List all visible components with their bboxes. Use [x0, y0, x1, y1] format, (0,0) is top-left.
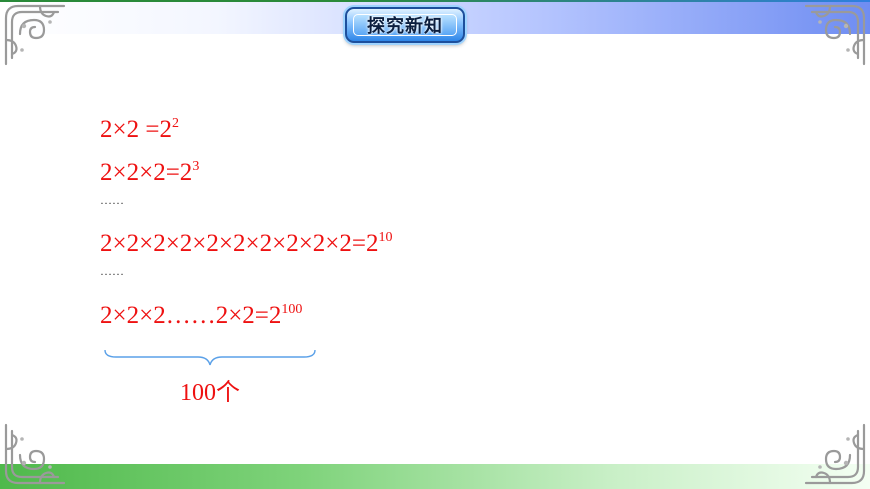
- ornament-corner-icon: [800, 0, 870, 70]
- underbrace-icon: [104, 349, 316, 367]
- equation-exponent: 3: [192, 159, 200, 174]
- equation-line: 2×2 =22: [100, 116, 179, 143]
- equation-exponent: 10: [378, 230, 393, 245]
- slide: 探究新知 2×2 =22 2×2×2=23 …… 2×2×2×2×2×2×2×2…: [0, 0, 870, 489]
- ornament-corner-icon: [0, 0, 70, 70]
- section-title: 探究新知: [367, 16, 443, 37]
- ellipsis-row: ……: [100, 264, 124, 278]
- equation-exponent: 2: [171, 116, 179, 131]
- equation-exponent: 100: [281, 302, 303, 317]
- bottom-gradient-band: [0, 464, 870, 489]
- ornament-corner-icon: [800, 419, 870, 489]
- equation-line: 2×2×2=23: [100, 159, 200, 186]
- ellipsis-row: ……: [100, 193, 124, 207]
- equation-line: 2×2×2……2×2=2100: [100, 302, 303, 329]
- section-title-badge: 探究新知: [345, 7, 465, 43]
- equation-line: 2×2×2×2×2×2×2×2×2×2=210: [100, 230, 393, 257]
- equation-base: 2×2×2×2×2×2×2×2×2×2=2: [100, 230, 379, 257]
- equation-base: 2×2×2=2: [100, 159, 193, 186]
- equation-base: 2×2 =2: [100, 116, 172, 143]
- equation-base: 2×2×2……2×2=2: [100, 302, 282, 329]
- ornament-corner-icon: [0, 419, 70, 489]
- brace-count-label: 100个: [180, 380, 240, 406]
